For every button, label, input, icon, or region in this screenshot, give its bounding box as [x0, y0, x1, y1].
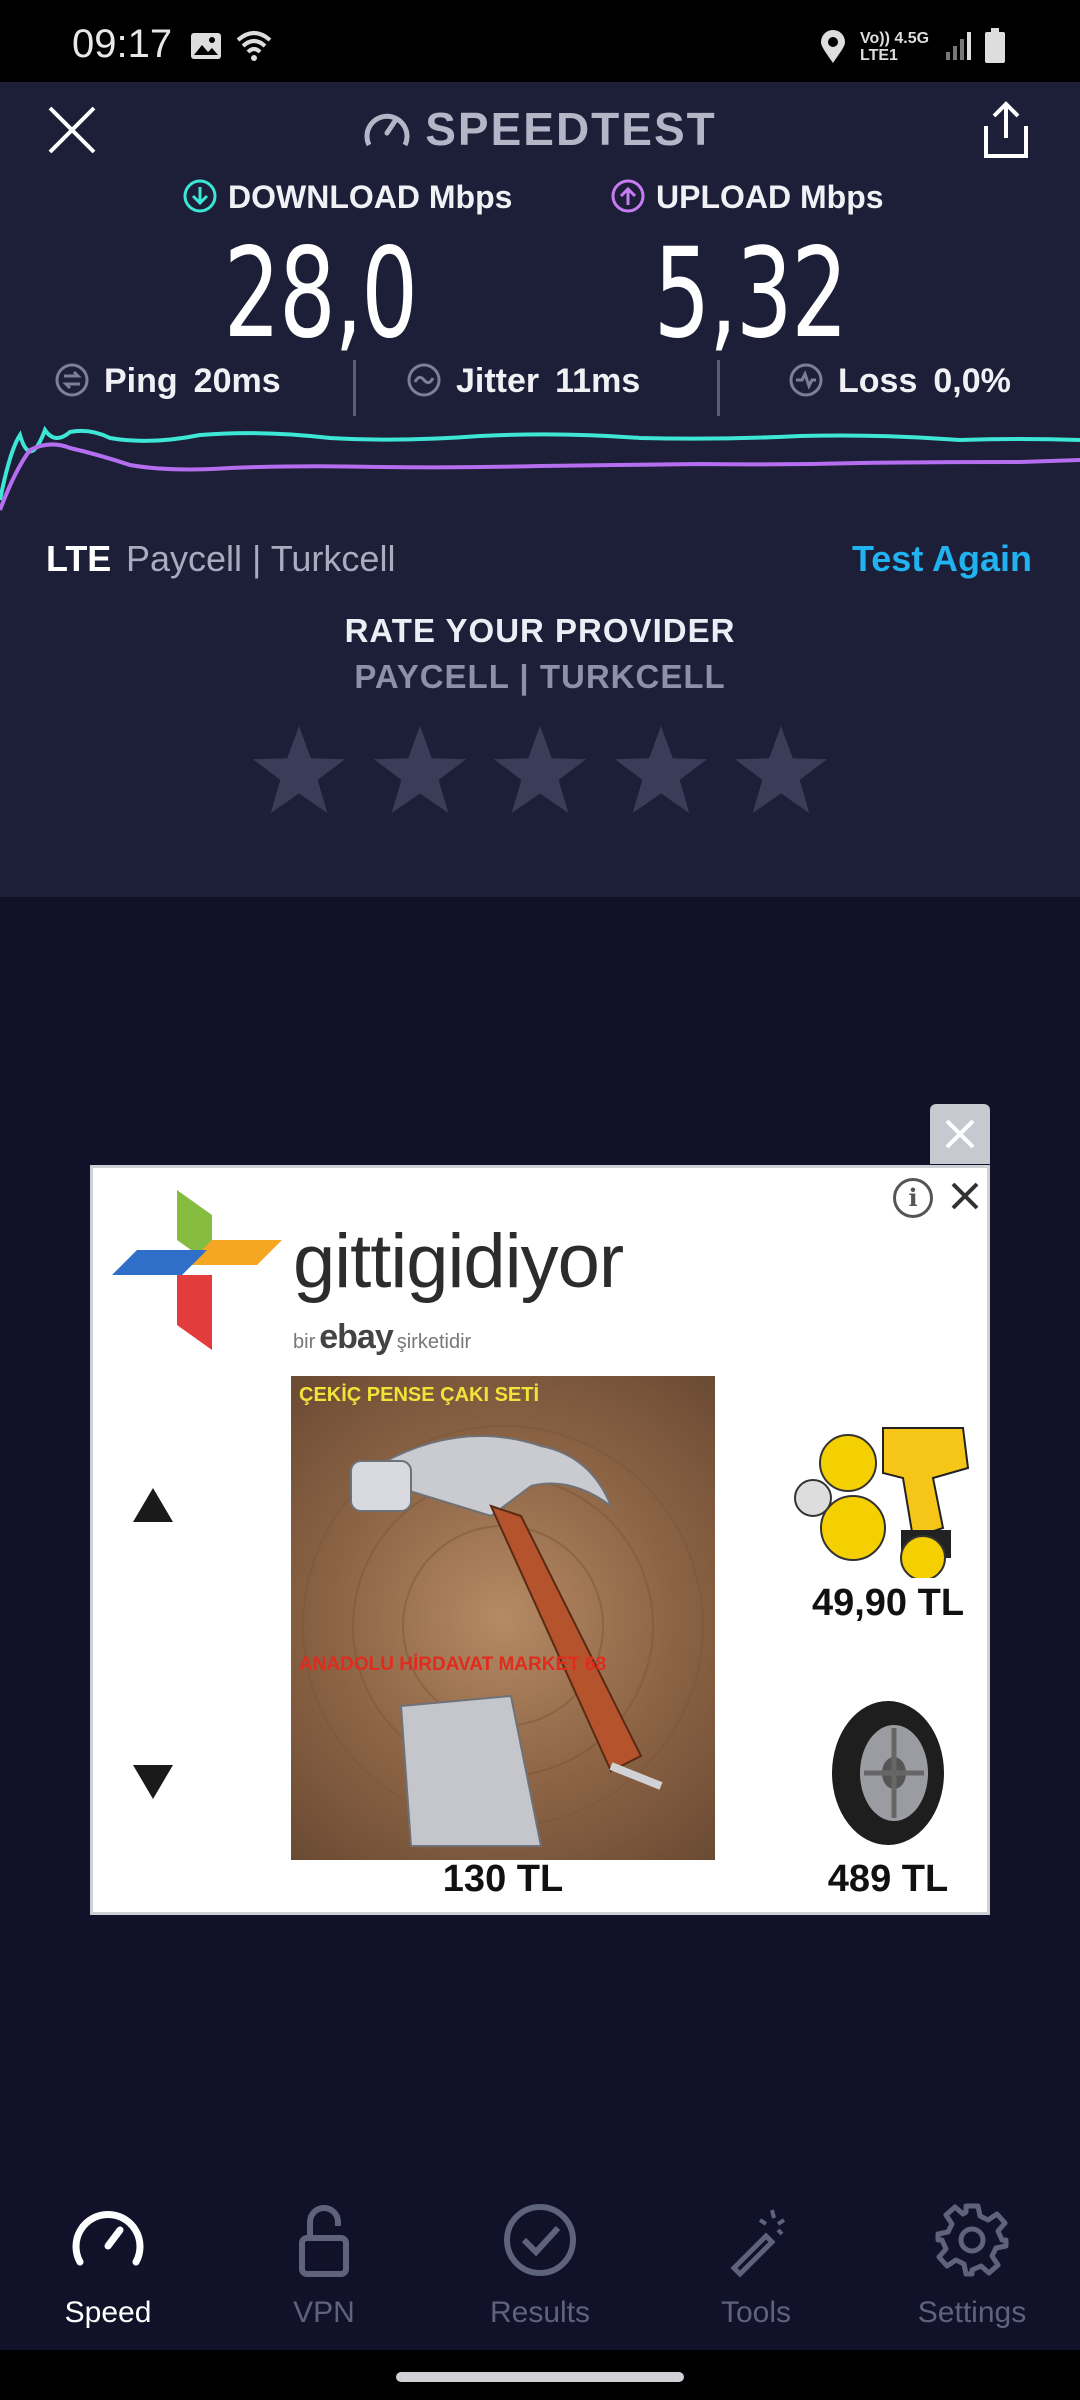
- nav-label-vpn: VPN: [293, 2296, 355, 2329]
- ad-info-icon[interactable]: i: [893, 1178, 933, 1218]
- nav-label-results: Results: [489, 2296, 591, 2329]
- download-header: DOWNLOAD Mbps: [182, 178, 512, 216]
- app-brand-label: SPEEDTEST: [425, 103, 717, 155]
- test-again-button[interactable]: Test Again: [852, 538, 1032, 580]
- loss-icon: [789, 363, 823, 397]
- nav-label-settings: Settings: [917, 2296, 1027, 2329]
- download-label: DOWNLOAD Mbps: [228, 179, 513, 215]
- ping-stat: Ping 20ms: [54, 362, 281, 401]
- jitter-icon: [407, 363, 441, 397]
- loss-stat: Loss 0,0%: [788, 362, 1011, 401]
- lock-icon: [299, 2205, 349, 2277]
- star-rating: [250, 722, 830, 822]
- ad-product-image-drill-brush[interactable]: [793, 1418, 983, 1578]
- ping-label: Ping: [104, 362, 178, 400]
- ad-product-shop-caption: ANADOLU HİRDAVAT MARKET 68: [299, 1654, 607, 1675]
- signal-icon: [946, 32, 971, 60]
- ad-product-image-tire[interactable]: [828, 1698, 948, 1848]
- ad-dismiss-icon[interactable]: [945, 1176, 985, 1216]
- speedtest-logo-icon: [364, 113, 410, 147]
- ping-icon: [55, 363, 89, 397]
- stat-divider: [717, 360, 720, 416]
- location-icon: [821, 30, 845, 63]
- gear-icon: [935, 2203, 1009, 2277]
- ad-product-image-hammer-tool[interactable]: ÇEKİÇ PENSE ÇAKI SETİ ANADOLU HİRDAVAT M…: [291, 1376, 715, 1860]
- ad-scroll-down-arrow[interactable]: [133, 1765, 173, 1799]
- ad-side-price-2: 489 TL: [827, 1858, 949, 1900]
- ad-tagline: bir ebay şirketidir: [293, 1318, 472, 1356]
- status-bar: 09:17 Vo)) 4.5G LTE1: [0, 0, 1080, 82]
- jitter-label: Jitter: [456, 362, 540, 400]
- volte-lte-icon: Vo)) 4.5G LTE1: [860, 30, 930, 64]
- speed-graph: [0, 425, 1080, 511]
- check-circle-icon: [504, 2204, 576, 2276]
- gauge-icon: [72, 2211, 144, 2266]
- loss-label: Loss: [838, 362, 918, 400]
- nav-item-settings[interactable]: Settings: [864, 2200, 1080, 2330]
- close-icon: [945, 1119, 975, 1149]
- star-1-icon[interactable]: [250, 722, 348, 820]
- wifi-icon: [236, 31, 272, 61]
- ad-brand-name: gittigidiyor: [293, 1219, 624, 1304]
- ad-side-price-1: 49,90 TL: [811, 1582, 965, 1624]
- loss-value: 0,0%: [933, 362, 1011, 400]
- star-3-icon[interactable]: [491, 722, 589, 820]
- bottom-navigation: Speed VPN Results Tools Settings: [0, 2180, 1080, 2360]
- nav-label-tools: Tools: [720, 2296, 792, 2329]
- upload-value: 5,32: [653, 222, 848, 366]
- star-2-icon[interactable]: [371, 722, 469, 820]
- connection-provider: Paycell | Turkcell: [126, 538, 396, 579]
- ad-scroll-up-arrow[interactable]: [133, 1488, 173, 1522]
- ad-close-button[interactable]: [930, 1104, 990, 1164]
- battery-icon: [985, 28, 1005, 63]
- stat-divider: [353, 360, 356, 416]
- rate-provider-name: PAYCELL | TURKCELL: [354, 658, 726, 695]
- nav-item-speed[interactable]: Speed: [0, 2200, 216, 2330]
- upload-arrow-icon: [611, 179, 645, 213]
- upload-label: UPLOAD Mbps: [656, 179, 884, 215]
- rate-provider-title: RATE YOUR PROVIDER: [344, 612, 736, 649]
- magic-wand-icon: [730, 2209, 786, 2278]
- jitter-stat: Jitter 11ms: [406, 362, 640, 401]
- ad-product-price: 130 TL: [442, 1858, 564, 1900]
- ping-value: 20ms: [193, 362, 281, 400]
- ad-product-caption: ÇEKİÇ PENSE ÇAKI SETİ: [299, 1384, 540, 1406]
- nav-item-results[interactable]: Results: [432, 2200, 648, 2330]
- nav-label-speed: Speed: [64, 2296, 152, 2329]
- gittigidiyor-logo: [112, 1190, 282, 1350]
- nav-item-tools[interactable]: Tools: [648, 2200, 864, 2330]
- status-time: 09:17: [72, 22, 173, 66]
- download-value: 28,0: [223, 222, 418, 366]
- upload-graph-line: [0, 442, 1080, 511]
- jitter-value: 11ms: [555, 362, 641, 400]
- star-4-icon[interactable]: [612, 722, 710, 820]
- upload-header: UPLOAD Mbps: [610, 178, 884, 216]
- share-icon[interactable]: [978, 100, 1034, 160]
- nav-item-vpn[interactable]: VPN: [216, 2200, 432, 2330]
- hammer-tool-illustration: [302, 1425, 704, 1847]
- advertisement-banner[interactable]: gittigidiyor bir ebay şirketidir i ÇEKİÇ P…: [90, 1165, 990, 1915]
- star-5-icon[interactable]: [732, 722, 830, 820]
- home-indicator[interactable]: [396, 2372, 684, 2382]
- app-brand: SPEEDTEST: [0, 102, 1080, 156]
- connection-type: LTE: [46, 538, 112, 579]
- image-icon: [191, 33, 221, 59]
- download-arrow-icon: [183, 179, 217, 213]
